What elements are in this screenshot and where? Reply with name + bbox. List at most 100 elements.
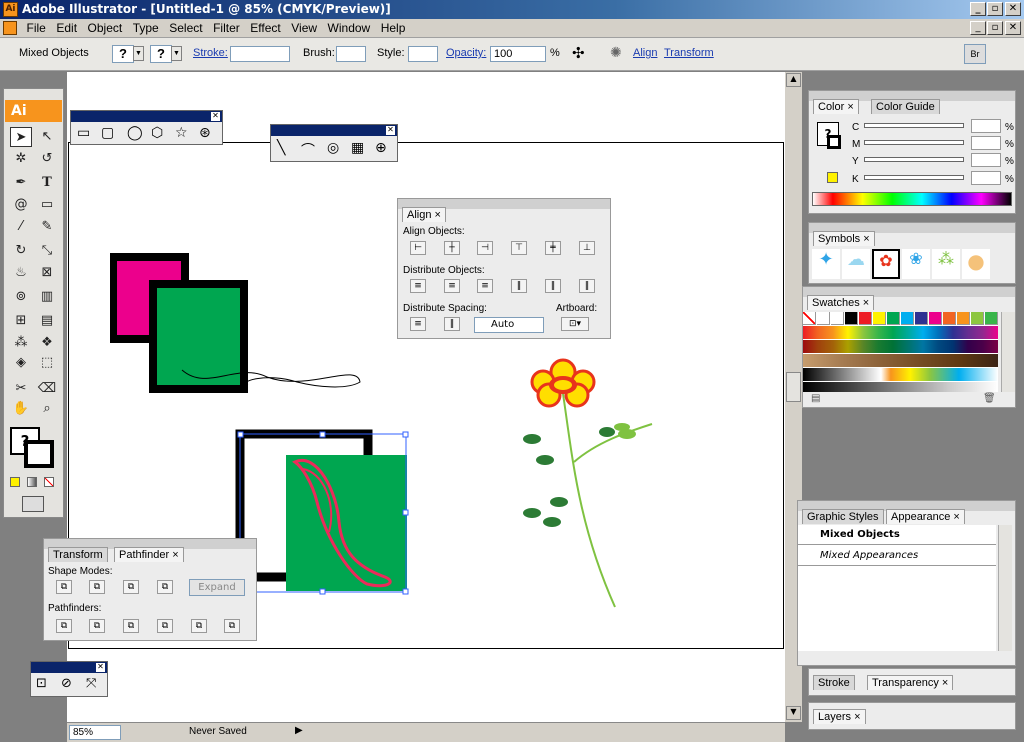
y-field[interactable] xyxy=(971,153,1001,167)
pencil-icon[interactable]: ✎ xyxy=(36,217,58,237)
k-slider[interactable] xyxy=(864,175,964,180)
fill-dropdown[interactable]: ▼ xyxy=(133,46,144,61)
live-paint-select-icon[interactable]: ⬚ xyxy=(36,353,58,373)
bridge-button[interactable]: Br xyxy=(964,44,986,64)
scroll-thumb[interactable] xyxy=(786,372,801,402)
gradient-tool-icon[interactable]: ▤ xyxy=(36,311,58,331)
recolor-icon[interactable]: ✣ xyxy=(572,44,585,62)
brush-picker[interactable] xyxy=(336,46,366,62)
tab-pathfinder[interactable]: Pathfinder × xyxy=(114,547,184,562)
swatch-row-3[interactable] xyxy=(803,340,998,353)
crop-icon[interactable]: ⧉ xyxy=(157,619,173,633)
eyedropper-icon[interactable]: ⁂ xyxy=(10,333,32,353)
symbol-sprayer-icon[interactable]: ⊚ xyxy=(10,287,32,307)
selection-tool-icon[interactable]: ➤ xyxy=(10,127,32,147)
close-icon[interactable]: ✕ xyxy=(96,663,105,672)
m-slider[interactable] xyxy=(864,140,964,145)
artboard-dropdown[interactable]: ⊡▾ xyxy=(561,317,589,331)
tab-layers[interactable]: Layers × xyxy=(813,709,866,724)
slice-tool-icon[interactable]: ✂ xyxy=(10,379,32,399)
swatch-registration[interactable] xyxy=(817,312,830,325)
spiral-tool-icon[interactable]: @ xyxy=(10,195,32,215)
unite-icon[interactable]: ⧉ xyxy=(56,580,72,594)
shear-icon[interactable]: ⊘ xyxy=(61,676,72,691)
distribute-vcenter-icon[interactable]: ≡ xyxy=(444,279,460,293)
align-left-icon[interactable]: ⊢ xyxy=(410,241,426,255)
ellipse-icon[interactable]: ◯ xyxy=(127,125,143,141)
graph-tool-icon[interactable]: ▥ xyxy=(36,287,58,307)
gradient-mode-icon[interactable] xyxy=(27,477,37,487)
flare-icon[interactable]: ⊛ xyxy=(199,125,211,141)
tab-transparency[interactable]: Transparency × xyxy=(867,675,954,690)
menu-select[interactable]: Select xyxy=(169,21,202,35)
stroke-swatch[interactable]: ? xyxy=(150,45,172,63)
k-field[interactable] xyxy=(971,171,1001,185)
rectangle-icon[interactable]: ▭ xyxy=(77,125,90,141)
minimize-button[interactable]: _ xyxy=(970,2,986,16)
reflect-icon[interactable]: ⊡ xyxy=(36,676,47,691)
swatch-white[interactable] xyxy=(831,312,844,325)
live-paint-icon[interactable]: ◈ xyxy=(10,353,32,373)
zoom-field[interactable]: 85% xyxy=(69,725,121,740)
scroll-up-icon[interactable]: ▲ xyxy=(786,73,801,87)
menu-view[interactable]: View xyxy=(291,21,317,35)
menu-edit[interactable]: Edit xyxy=(56,21,77,35)
magic-wand-icon[interactable]: ✲ xyxy=(10,149,32,169)
symbol-flower2-icon[interactable]: ❀ xyxy=(902,249,930,279)
align-vcenter-icon[interactable]: ╪ xyxy=(545,241,561,255)
symbol-cloud-icon[interactable]: ☁ xyxy=(842,249,870,279)
menu-help[interactable]: Help xyxy=(381,21,406,35)
minus-front-icon[interactable]: ⧉ xyxy=(89,580,105,594)
hand-tool-icon[interactable]: ✋ xyxy=(10,399,32,419)
color-stroke-box[interactable] xyxy=(827,135,841,149)
symbol-flower-icon[interactable]: ✿ xyxy=(872,249,900,279)
intersect-icon[interactable]: ⧉ xyxy=(123,580,139,594)
stroke-link[interactable]: Stroke: xyxy=(193,47,228,59)
polygon-icon[interactable]: ⬡ xyxy=(151,125,163,141)
distribute-left-icon[interactable]: ‖ xyxy=(511,279,527,293)
menu-type[interactable]: Type xyxy=(133,21,159,35)
none-mode-icon[interactable] xyxy=(44,477,54,487)
divide-icon[interactable]: ⧉ xyxy=(56,619,72,633)
trim-icon[interactable]: ⧉ xyxy=(89,619,105,633)
swatch-yellow[interactable] xyxy=(873,312,886,325)
tab-graphic-styles[interactable]: Graphic Styles xyxy=(802,509,884,524)
blend-tool-icon[interactable]: ❖ xyxy=(36,333,58,353)
c-field[interactable] xyxy=(971,119,1001,133)
merge-icon[interactable]: ⧉ xyxy=(123,619,139,633)
outline-icon[interactable]: ⧉ xyxy=(191,619,207,633)
menu-window[interactable]: Window xyxy=(328,21,371,35)
minus-back-icon[interactable]: ⧉ xyxy=(224,619,240,633)
swatch-orange2[interactable] xyxy=(957,312,970,325)
transform-link[interactable]: Transform xyxy=(664,47,714,59)
menu-file[interactable]: File xyxy=(27,21,46,35)
direct-selection-tool-icon[interactable]: ↖ xyxy=(36,127,58,147)
rounded-rect-icon[interactable]: ▢ xyxy=(101,125,114,141)
c-slider[interactable] xyxy=(864,123,964,128)
distribute-hcenter-icon[interactable]: ‖ xyxy=(545,279,561,293)
paintbrush-icon[interactable]: ⁄ xyxy=(10,217,32,237)
swatch-grid[interactable] xyxy=(803,312,998,392)
close-icon[interactable]: ✕ xyxy=(211,112,220,121)
spacing-horizontal-icon[interactable]: ‖ xyxy=(444,317,460,331)
zoom-tool-icon[interactable]: ⌕ xyxy=(36,399,58,419)
y-slider[interactable] xyxy=(864,157,964,162)
menu-effect[interactable]: Effect xyxy=(250,21,280,35)
pen-tool-icon[interactable]: ✒ xyxy=(10,173,32,193)
rectangle-tool-icon[interactable]: ▭ xyxy=(36,195,58,215)
swatch-magenta[interactable] xyxy=(929,312,942,325)
menu-filter[interactable]: Filter xyxy=(213,21,240,35)
rotate-tool-icon[interactable]: ↻ xyxy=(10,241,32,261)
star-icon[interactable]: ☆ xyxy=(175,125,188,141)
spacing-field[interactable]: Auto xyxy=(474,317,544,333)
align-top-icon[interactable]: ⊤ xyxy=(511,241,527,255)
tab-symbols[interactable]: Symbols × xyxy=(813,231,875,246)
swatches-scrollbar[interactable] xyxy=(1001,312,1015,392)
symbol-dots-icon[interactable]: ● xyxy=(962,249,990,279)
swatch-black[interactable] xyxy=(845,312,858,325)
appearance-row-mixed[interactable]: Mixed Appearances xyxy=(798,546,996,566)
align-right-icon[interactable]: ⊣ xyxy=(477,241,493,255)
swatch-row-2[interactable] xyxy=(803,326,998,339)
color-spectrum[interactable] xyxy=(812,192,1012,206)
align-hcenter-icon[interactable]: ┼ xyxy=(444,241,460,255)
